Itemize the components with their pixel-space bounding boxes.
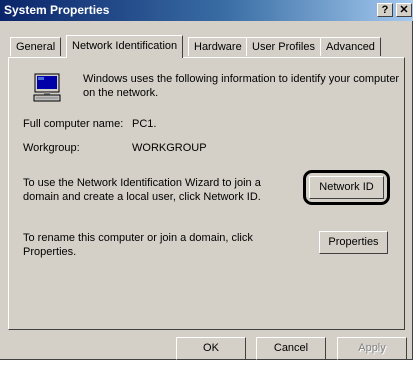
network-id-highlight <box>303 170 390 205</box>
tab-user-profiles[interactable]: User Profiles <box>246 37 321 56</box>
window-title: System Properties <box>4 3 110 17</box>
wizard-text-line-1: To use the Network Identification Wizard… <box>23 177 261 189</box>
tab-advanced[interactable]: Advanced <box>320 37 381 56</box>
close-button[interactable]: ✕ <box>396 3 412 17</box>
intro-text-line-1: Windows uses the following information t… <box>83 73 400 85</box>
system-properties-window: System Properties ? ✕ General Network Id… <box>0 0 413 360</box>
cancel-button[interactable]: Cancel <box>256 337 326 360</box>
workgroup-value: WORKGROUP <box>132 142 207 154</box>
full-computer-name-value: PC1. <box>132 118 157 130</box>
title-bar[interactable]: System Properties ? ✕ <box>0 0 413 21</box>
full-computer-name-label: Full computer name: <box>23 118 124 130</box>
rename-text-line-2: Properties. <box>23 246 77 258</box>
tab-hardware[interactable]: Hardware <box>188 37 248 56</box>
intro-text-line-2: on the network. <box>83 87 159 99</box>
workgroup-label: Workgroup: <box>23 142 80 154</box>
computer-icon <box>33 73 61 102</box>
wizard-text-line-2: domain and create a local user, click Ne… <box>23 191 261 203</box>
rename-text-line-1: To rename this computer or join a domain… <box>23 232 253 244</box>
help-button[interactable]: ? <box>377 3 393 17</box>
ok-button[interactable]: OK <box>176 337 246 360</box>
tab-general[interactable]: General <box>10 37 62 56</box>
tab-network-identification[interactable]: Network Identification <box>66 35 184 58</box>
properties-button[interactable]: Properties <box>319 231 388 254</box>
apply-button[interactable]: Apply <box>337 337 407 360</box>
